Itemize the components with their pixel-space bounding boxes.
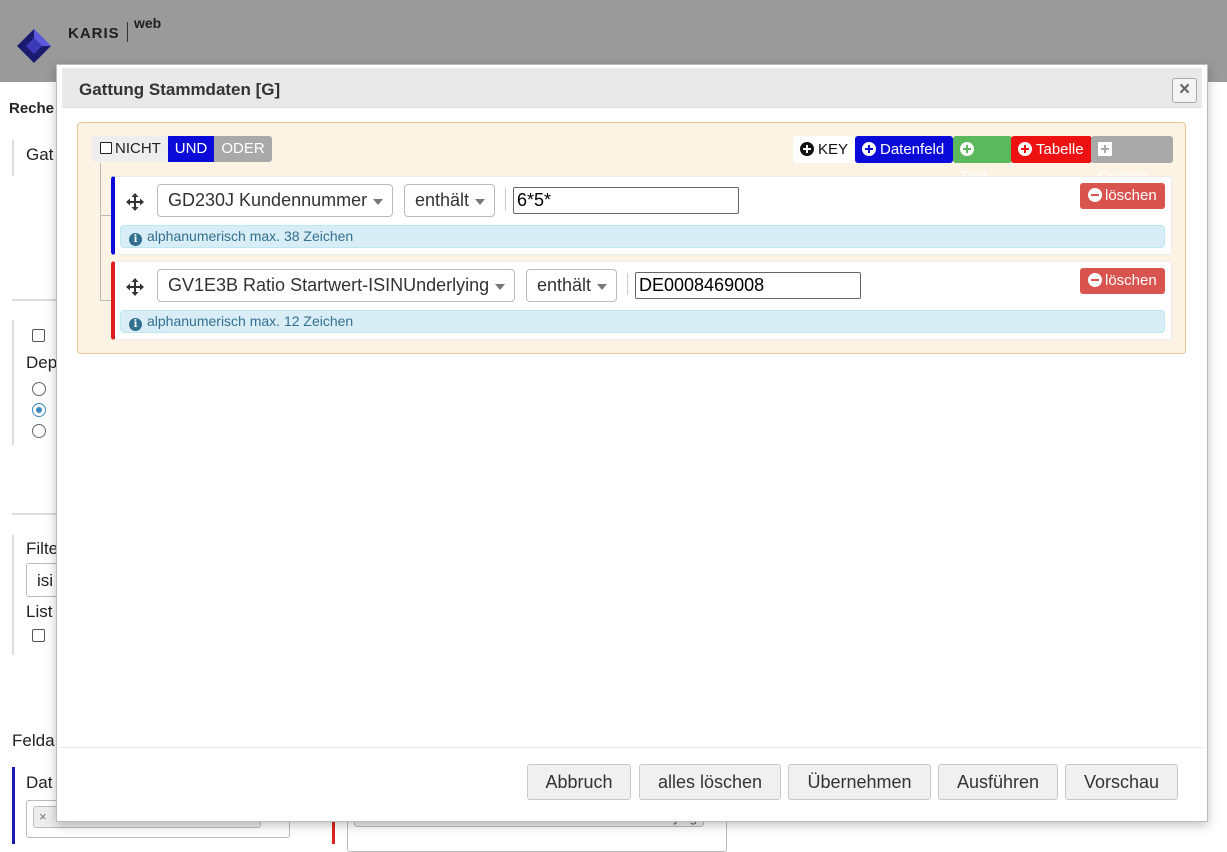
rule-marker [332, 820, 335, 844]
add-key-label: KEY [818, 141, 849, 158]
close-icon[interactable]: × [1172, 78, 1197, 103]
chevron-down-icon [373, 199, 383, 205]
divider [505, 188, 506, 210]
value-input[interactable]: 6*5* [513, 187, 739, 214]
add-tabelle-label: Tabelle [1036, 141, 1084, 158]
rule-marker [12, 767, 15, 844]
checkbox[interactable] [32, 329, 45, 342]
feld-label: Felda [12, 731, 55, 750]
radio-option[interactable] [32, 382, 46, 396]
info-icon: i [129, 318, 142, 331]
filter-label: Filte [26, 539, 59, 558]
delete-rule-button[interactable]: löschen [1080, 268, 1165, 294]
checkbox[interactable] [32, 629, 45, 642]
field-select[interactable]: GV1E3B Ratio Startwert-ISINUnderlying [157, 269, 515, 302]
abbruch-button[interactable]: Abbruch [527, 764, 631, 800]
value-input[interactable]: DE0008469008 [635, 272, 861, 299]
add-datenfeld-label: Datenfeld [880, 141, 945, 158]
logo-subtext: web [134, 15, 162, 31]
nicht-label: NICHT [115, 140, 161, 157]
logo-text: KARIS [68, 25, 120, 42]
divider [12, 299, 56, 301]
operator-select[interactable]: enthält [404, 184, 495, 217]
field-hint: i alphanumerisch max. 12 Zeichen [120, 310, 1165, 333]
chevron-down-icon [597, 284, 607, 290]
query-rule: GD230J Kundennummer enthält 6*5* löschen… [111, 176, 1172, 255]
gattung-stammdaten-dialog: Gattung Stammdaten [G] × NICHT UND ODER … [56, 64, 1208, 822]
uebernehmen-button[interactable]: Übernehmen [788, 764, 931, 800]
query-builder-group: NICHT UND ODER KEY Datenfeld Text Tabell… [77, 122, 1186, 354]
gat-label: Gat [26, 145, 54, 164]
field-select[interactable]: GD230J Kundennummer [157, 184, 393, 217]
add-gruppe-button[interactable]: Gruppe [1091, 136, 1173, 185]
chip-remove-icon[interactable]: × [39, 809, 47, 824]
ausfuehren-button[interactable]: Ausführen [938, 764, 1058, 800]
oder-button[interactable]: ODER [214, 136, 272, 162]
operator-select-value: enthält [537, 275, 592, 295]
tree-connector [100, 163, 101, 300]
delete-label: löschen [1105, 187, 1157, 204]
delete-label: löschen [1105, 272, 1157, 289]
divider [12, 535, 14, 655]
delete-rule-button[interactable]: löschen [1080, 183, 1165, 209]
dep-label: Dep [26, 353, 58, 372]
move-handle-icon[interactable] [125, 192, 145, 212]
dialog-title: Gattung Stammdaten [G] [79, 80, 281, 99]
operator-select-value: enthält [415, 190, 470, 210]
field-hint-text: alphanumerisch max. 12 Zeichen [147, 313, 354, 329]
dialog-header: Gattung Stammdaten [G] × [62, 68, 1202, 108]
section-title: Reche [9, 100, 55, 117]
plus-circle-icon [1018, 142, 1032, 156]
checkbox-icon [100, 142, 112, 154]
vorschau-button[interactable]: Vorschau [1065, 764, 1178, 800]
chevron-down-icon [475, 199, 485, 205]
minus-circle-icon [1088, 273, 1102, 287]
list-label: List [26, 602, 53, 621]
divider [12, 140, 14, 176]
operator-select[interactable]: enthält [526, 269, 617, 302]
divider [627, 273, 628, 295]
field-select-value: GD230J Kundennummer [168, 190, 368, 210]
add-text-button[interactable]: Text [953, 136, 1012, 185]
dat-label: Dat [26, 773, 53, 792]
und-button[interactable]: UND [168, 136, 214, 162]
plus-circle-icon [960, 142, 974, 156]
plus-circle-icon [800, 142, 814, 156]
filter-input-value: isi [37, 571, 54, 590]
chevron-down-icon [495, 284, 505, 290]
radio-option-selected[interactable] [32, 403, 46, 417]
query-rule: GV1E3B Ratio Startwert-ISINUnderlying en… [111, 261, 1172, 340]
add-tabelle-button[interactable]: Tabelle [1011, 136, 1092, 163]
minus-circle-icon [1088, 188, 1102, 202]
karis-logo-icon [17, 29, 51, 63]
move-handle-icon[interactable] [125, 277, 145, 297]
divider [12, 513, 56, 515]
nicht-toggle[interactable]: NICHT [92, 136, 168, 162]
logo-separator [127, 22, 128, 42]
radio-option[interactable] [32, 424, 46, 438]
field-hint: i alphanumerisch max. 38 Zeichen [120, 225, 1165, 248]
field-select-value: GV1E3B Ratio Startwert-ISINUnderlying [168, 275, 490, 295]
alles-loeschen-button[interactable]: alles löschen [639, 764, 781, 800]
plus-square-icon [1098, 142, 1112, 156]
add-key-button[interactable]: KEY [793, 136, 856, 163]
footer-divider [60, 747, 1203, 748]
add-datenfeld-button[interactable]: Datenfeld [855, 136, 953, 163]
info-icon: i [129, 233, 142, 246]
divider [12, 320, 14, 445]
plus-circle-icon [862, 142, 876, 156]
field-hint-text: alphanumerisch max. 38 Zeichen [147, 228, 354, 244]
